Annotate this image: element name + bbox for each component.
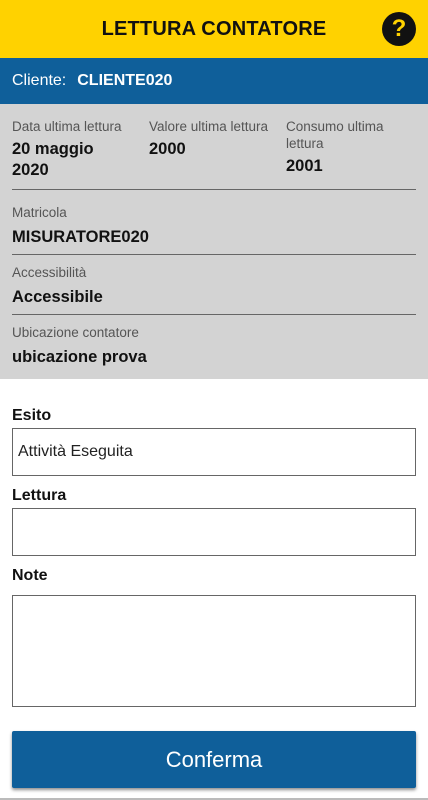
- reading-input[interactable]: [12, 508, 416, 556]
- client-label: Cliente:: [12, 72, 67, 89]
- location-label: Ubicazione contatore: [12, 325, 139, 340]
- client-bar: Cliente: CLIENTE020: [0, 58, 428, 104]
- serial-field: Matricola MISURATORE020: [12, 204, 416, 248]
- serial-value: MISURATORE020: [12, 228, 149, 246]
- serial-label: Matricola: [12, 205, 67, 220]
- accessibility-value: Accessibile: [12, 288, 103, 306]
- outcome-label: Esito: [12, 407, 52, 424]
- last-reading-consumption: Consumo ultima lettura 2001: [286, 118, 416, 193]
- confirm-button[interactable]: Conferma: [12, 731, 416, 788]
- divider: [12, 189, 416, 190]
- location-value: ubicazione prova: [12, 348, 147, 366]
- last-reading-consumption-value: 2001: [286, 157, 323, 175]
- reading-label: Lettura: [12, 487, 67, 504]
- outcome-select[interactable]: Attività Eseguita: [12, 428, 416, 476]
- outcome-selected-value: Attività Eseguita: [18, 443, 133, 460]
- notes-label: Note: [12, 567, 48, 584]
- last-reading-value-value: 2000: [149, 140, 186, 158]
- notes-textarea[interactable]: [12, 595, 416, 707]
- last-reading-date-value: 20 maggio 2020: [12, 140, 94, 179]
- meter-info-panel: Data ultima lettura 20 maggio 2020 Valor…: [0, 104, 428, 379]
- divider: [12, 314, 416, 315]
- accessibility-field: Accessibilità Accessibile: [12, 264, 416, 308]
- accessibility-label: Accessibilità: [12, 265, 87, 280]
- divider: [12, 254, 416, 255]
- last-reading-value-label: Valore ultima lettura: [149, 119, 269, 134]
- client-value: CLIENTE020: [77, 72, 173, 89]
- app-header: LETTURA CONTATORE ?: [0, 0, 428, 58]
- page-title: LETTURA CONTATORE: [101, 17, 327, 40]
- last-reading-date-label: Data ultima lettura: [12, 119, 122, 134]
- help-icon[interactable]: ?: [382, 12, 416, 46]
- last-reading-value: Valore ultima lettura 2000: [149, 118, 286, 193]
- last-reading-row: Data ultima lettura 20 maggio 2020 Valor…: [12, 118, 416, 193]
- last-reading-consumption-label: Consumo ultima lettura: [286, 119, 384, 151]
- last-reading-date: Data ultima lettura 20 maggio 2020: [12, 118, 149, 193]
- location-field: Ubicazione contatore ubicazione prova: [12, 324, 416, 368]
